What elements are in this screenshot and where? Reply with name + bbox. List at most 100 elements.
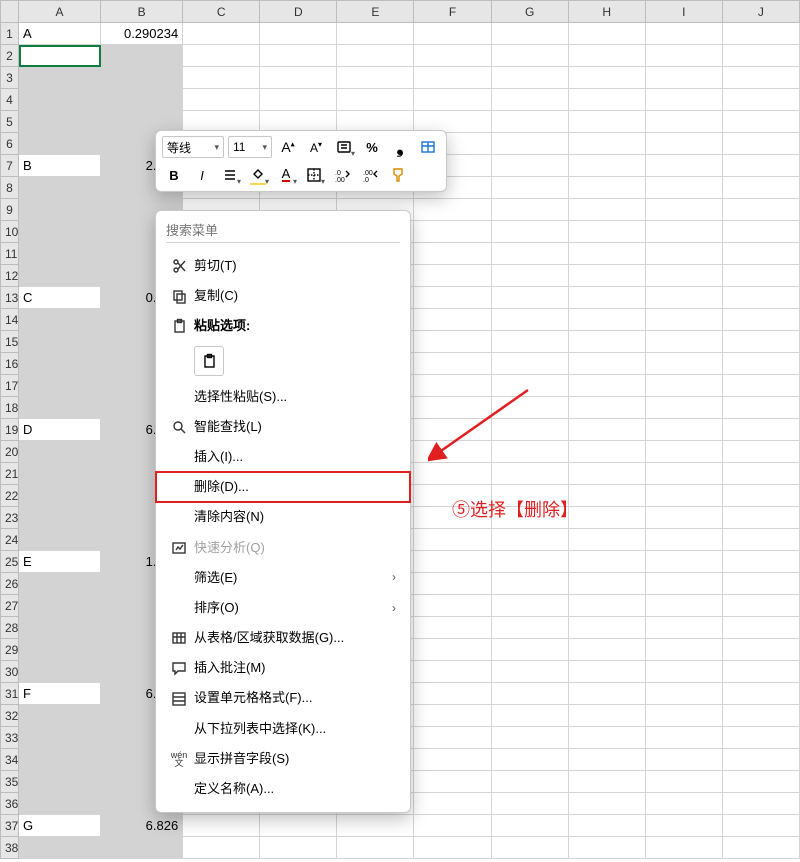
cell[interactable] [19,265,101,287]
cell[interactable] [491,353,568,375]
cell[interactable] [414,23,491,45]
cell[interactable] [645,705,722,727]
cell[interactable] [568,661,645,683]
cell[interactable] [645,683,722,705]
cell[interactable] [491,23,568,45]
cell[interactable] [568,683,645,705]
cell[interactable] [568,111,645,133]
cell[interactable] [337,45,414,67]
cell[interactable] [19,573,101,595]
cell[interactable] [414,441,491,463]
cell[interactable] [568,815,645,837]
cell[interactable] [19,727,101,749]
cell[interactable] [722,287,799,309]
cell[interactable] [645,67,722,89]
cell[interactable] [491,815,568,837]
comma-style-button[interactable]: ❟ [388,135,412,159]
cell[interactable] [491,793,568,815]
cell[interactable] [568,221,645,243]
row-header[interactable]: 24 [1,529,19,551]
bold-button[interactable]: B [162,163,186,187]
table-style-button[interactable] [416,135,440,159]
menu-clear-contents[interactable]: 清除内容(N) [156,502,410,532]
menu-copy[interactable]: 复制(C) [156,281,410,311]
cell[interactable] [491,419,568,441]
cell[interactable] [414,265,491,287]
cell[interactable] [645,45,722,67]
cell[interactable] [19,133,101,155]
cell[interactable] [414,705,491,727]
column-header[interactable]: B [101,1,183,23]
cell[interactable] [19,463,101,485]
cell[interactable] [568,727,645,749]
border-button[interactable]: ▾ [302,163,326,187]
cell[interactable] [414,419,491,441]
cell[interactable] [645,419,722,441]
cell[interactable] [19,89,101,111]
row-header[interactable]: 15 [1,331,19,353]
cell[interactable] [491,463,568,485]
cell[interactable] [19,529,101,551]
cell[interactable] [568,177,645,199]
menu-insert-comment[interactable]: 插入批注(M) [156,653,410,683]
cell[interactable] [183,67,260,89]
column-header[interactable]: G [491,1,568,23]
cell[interactable] [414,199,491,221]
cell[interactable] [568,463,645,485]
row-header[interactable]: 38 [1,837,19,859]
font-color-button[interactable]: A▾ [274,163,298,187]
cell[interactable] [568,309,645,331]
column-header[interactable]: A [19,1,101,23]
cell[interactable] [645,485,722,507]
cell[interactable] [19,837,101,859]
menu-sort[interactable]: 排序(O) › [156,593,410,623]
menu-filter[interactable]: 筛选(E) › [156,563,410,593]
cell[interactable] [491,397,568,419]
row-header[interactable]: 5 [1,111,19,133]
cell[interactable]: B [19,155,101,177]
cell[interactable] [568,265,645,287]
cell[interactable] [337,837,414,859]
cell[interactable] [101,45,183,67]
row-header[interactable]: 25 [1,551,19,573]
column-header[interactable]: F [414,1,491,23]
row-header[interactable]: 16 [1,353,19,375]
cell[interactable] [414,727,491,749]
row-header[interactable]: 18 [1,397,19,419]
cell[interactable] [260,67,337,89]
cell[interactable] [645,287,722,309]
cell[interactable] [414,617,491,639]
cell[interactable] [491,221,568,243]
cell[interactable] [722,133,799,155]
cell[interactable] [645,23,722,45]
cell[interactable] [19,309,101,331]
cell[interactable] [722,683,799,705]
menu-from-dropdown[interactable]: 从下拉列表中选择(K)... [156,714,410,744]
increase-font-button[interactable]: A▴ [276,135,300,159]
align-button[interactable]: ▾ [218,163,242,187]
cell[interactable] [722,529,799,551]
cell[interactable] [645,573,722,595]
row-header[interactable]: 30 [1,661,19,683]
cell[interactable] [414,749,491,771]
row-header[interactable]: 2 [1,45,19,67]
cell[interactable] [645,793,722,815]
cell[interactable] [491,639,568,661]
cell[interactable] [491,771,568,793]
cell[interactable] [414,793,491,815]
row-header[interactable]: 26 [1,573,19,595]
cell[interactable] [414,683,491,705]
conditional-format-button[interactable]: ▾ [332,135,356,159]
cell[interactable] [722,199,799,221]
row-header[interactable]: 13 [1,287,19,309]
cell[interactable] [19,617,101,639]
cell[interactable] [645,639,722,661]
row-header[interactable]: 17 [1,375,19,397]
row-header[interactable]: 31 [1,683,19,705]
cell[interactable] [491,705,568,727]
italic-button[interactable]: I [190,163,214,187]
cell[interactable] [19,771,101,793]
cell[interactable] [19,441,101,463]
cell[interactable] [645,529,722,551]
cell[interactable] [414,89,491,111]
